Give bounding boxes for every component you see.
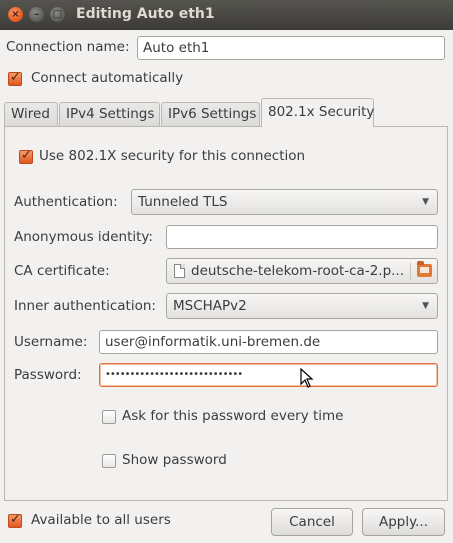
ca-certificate-filename: deutsche-telekom-root-ca-2.p...	[191, 263, 405, 279]
connect-automatically-checkbox[interactable]	[8, 70, 22, 86]
security-panel: Use 802.1X security for this connection …	[4, 126, 448, 501]
window-title: Editing Auto eth1	[76, 6, 215, 22]
authentication-label: Authentication:	[14, 194, 118, 210]
folder-open-icon	[417, 261, 432, 277]
ca-certificate-chooser[interactable]: deutsche-telekom-root-ca-2.p...	[166, 258, 438, 284]
show-password-checkbox[interactable]	[102, 454, 116, 468]
connect-automatically-label[interactable]: Connect automatically	[31, 70, 183, 86]
apply-button[interactable]: Apply...	[362, 508, 445, 536]
mouse-pointer-icon	[300, 368, 314, 388]
anonymous-identity-label: Anonymous identity:	[14, 229, 153, 245]
show-password-label[interactable]: Show password	[122, 452, 227, 468]
cancel-button[interactable]: Cancel	[271, 508, 353, 536]
window-titlebar: × – □ Editing Auto eth1	[0, 0, 453, 30]
username-label: Username:	[14, 334, 88, 350]
password-label: Password:	[14, 367, 82, 383]
connection-name-label: Connection name:	[6, 39, 130, 55]
authentication-value: Tunneled TLS	[138, 194, 228, 210]
available-all-users-checkbox[interactable]	[8, 512, 22, 528]
dropdown-arrow-icon: ▼	[422, 301, 429, 311]
authentication-dropdown[interactable]: Tunneled TLS ▼	[131, 189, 438, 215]
use-8021x-checkbox[interactable]	[19, 148, 33, 164]
connection-name-field[interactable]: Auto eth1	[137, 36, 445, 60]
dropdown-arrow-icon: ▼	[422, 197, 429, 207]
ask-password-checkbox[interactable]	[102, 410, 116, 424]
maximize-window-button[interactable]: □	[50, 7, 65, 22]
inner-authentication-label: Inner authentication:	[14, 298, 156, 314]
tab-8021x-security[interactable]: 802.1x Security	[261, 98, 374, 127]
tab-ipv4-settings[interactable]: IPv4 Settings	[59, 102, 160, 126]
inner-authentication-value: MSCHAPv2	[173, 298, 247, 314]
chooser-separator	[410, 263, 411, 280]
minimize-window-button[interactable]: –	[29, 7, 44, 22]
document-icon	[174, 264, 185, 278]
dialog-body: Connection name: Auto eth1 Connect autom…	[0, 30, 453, 543]
close-window-button[interactable]: ×	[8, 7, 23, 22]
available-all-users-label[interactable]: Available to all users	[31, 512, 171, 528]
ask-password-label[interactable]: Ask for this password every time	[122, 408, 343, 424]
username-field[interactable]: user@informatik.uni-bremen.de	[99, 330, 438, 354]
anonymous-identity-field[interactable]	[166, 225, 438, 249]
ca-certificate-label: CA certificate:	[14, 263, 110, 279]
use-8021x-label[interactable]: Use 802.1X security for this connection	[39, 148, 305, 164]
password-field[interactable]: ••••••••••••••••••••••••••••	[99, 363, 438, 387]
tab-ipv6-settings[interactable]: IPv6 Settings	[161, 102, 260, 126]
tab-wired[interactable]: Wired	[4, 102, 58, 126]
inner-authentication-dropdown[interactable]: MSCHAPv2 ▼	[166, 293, 438, 319]
